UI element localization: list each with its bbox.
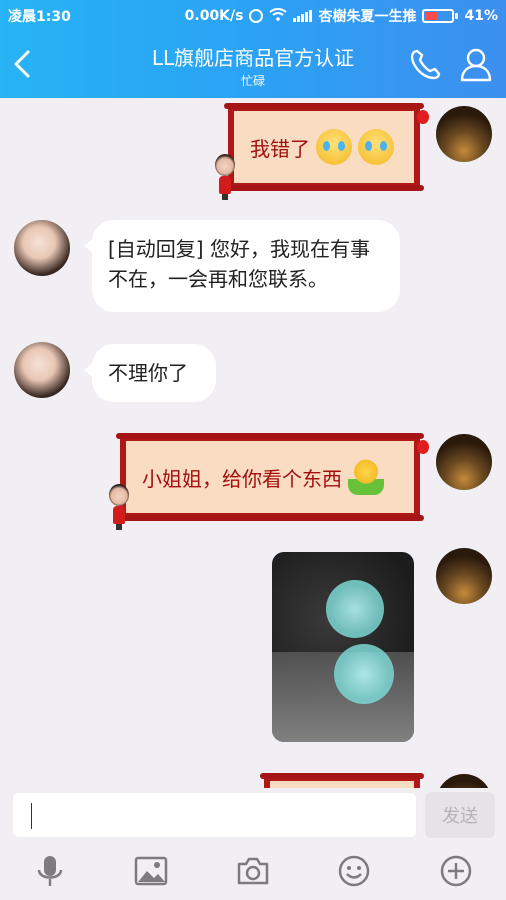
contact-avatar[interactable] (14, 342, 70, 398)
status-right: 0.00K/s 杏樹朱夏一生推 41% (185, 6, 498, 26)
phone-icon (410, 49, 441, 80)
input-bar: 发送 (0, 788, 506, 842)
my-avatar[interactable] (436, 106, 492, 162)
more-button[interactable] (439, 854, 473, 888)
call-button[interactable] (406, 46, 444, 82)
sticker-girl-icon (108, 484, 130, 530)
mosaic-blur (334, 644, 394, 704)
smiley-icon (338, 855, 370, 887)
image-button[interactable] (134, 854, 168, 888)
status-time: 凌晨1:30 (8, 9, 71, 25)
presence-status: 忙碌 (240, 74, 265, 88)
message-bubble-outgoing[interactable]: 小姐姐，给你看个东西 (116, 433, 424, 521)
message-bubble-incoming[interactable]: 不理你了 (84, 344, 216, 402)
signal-icon (293, 10, 313, 22)
carrier-name: 杏樹朱夏一生推 (318, 9, 417, 25)
alarm-icon (249, 9, 264, 23)
my-avatar[interactable] (436, 548, 492, 604)
message-bubble-outgoing[interactable] (260, 773, 424, 788)
chat-title: LL旗舰店商品官方认证 (151, 46, 355, 70)
my-avatar[interactable] (436, 434, 492, 490)
profile-icon (460, 48, 492, 82)
message-text: 小姐姐，给你看个东西 (142, 466, 342, 491)
chat-area[interactable]: 我错了 [自动回复] 您好，我现在有事不在，一会再和您联系。 不理你了 小姐姐，… (0, 98, 506, 788)
wifi-icon (269, 7, 288, 25)
person-emoji-icon (348, 459, 384, 495)
camera-icon (237, 857, 269, 885)
network-speed: 0.00K/s (184, 8, 244, 24)
message-bubble-outgoing[interactable]: 我错了 (224, 103, 424, 191)
bottom-toolbar (0, 842, 506, 900)
crying-emoji-icon (358, 129, 394, 165)
emoji-button[interactable] (337, 854, 371, 888)
message-text: 不理你了 (108, 361, 188, 385)
send-button[interactable]: 发送 (425, 792, 495, 838)
battery-percent: 41% (464, 8, 498, 24)
my-avatar[interactable] (436, 774, 492, 788)
plus-icon (440, 855, 472, 887)
back-arrow-icon (14, 50, 30, 78)
lantern-icon (417, 440, 429, 454)
message-bubble-incoming[interactable]: [自动回复] 您好，我现在有事不在，一会再和您联系。 (84, 220, 400, 312)
crying-emoji-icon (316, 129, 352, 165)
chat-header: 凌晨1:30 0.00K/s 杏樹朱夏一生推 41% LL旗舰店商品官方认证 忙… (0, 0, 506, 98)
message-text: 我错了 (250, 136, 310, 161)
profile-button[interactable] (456, 44, 496, 84)
image-icon (134, 856, 168, 886)
back-button[interactable] (10, 46, 38, 82)
camera-button[interactable] (236, 854, 270, 888)
microphone-icon (37, 856, 63, 886)
photo-message[interactable] (272, 552, 414, 742)
message-text: [自动回复] 您好，我现在有事不在，一会再和您联系。 (108, 237, 370, 291)
mosaic-blur (326, 580, 384, 638)
sticker-girl-icon (214, 154, 236, 200)
lantern-icon (417, 110, 429, 124)
status-bar: 凌晨1:30 0.00K/s 杏樹朱夏一生推 41% (0, 0, 506, 30)
voice-button[interactable] (33, 854, 67, 888)
battery-icon (422, 9, 459, 23)
contact-avatar[interactable] (14, 220, 70, 276)
message-input[interactable] (12, 792, 417, 838)
